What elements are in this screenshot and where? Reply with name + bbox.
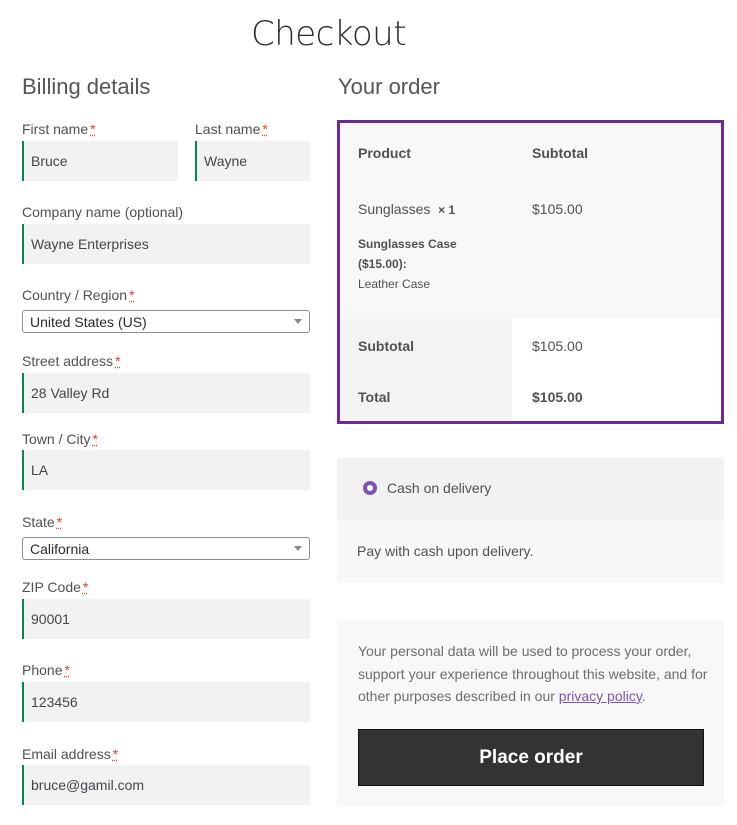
payment-method-cod[interactable]: Cash on delivery <box>337 458 724 520</box>
first-name-label: First name * <box>22 121 96 137</box>
state-select-value: California <box>30 541 90 557</box>
state-select[interactable]: California <box>22 537 310 560</box>
item-price: $105.00 <box>532 201 583 217</box>
page-title: Checkout <box>250 14 407 54</box>
required-mark: * <box>112 746 119 762</box>
company-label: Company name (optional) <box>22 204 184 220</box>
phone-field[interactable] <box>22 682 310 722</box>
total-value: $105.00 <box>532 389 583 405</box>
order-totals-labels: Subtotal Total <box>340 319 512 421</box>
state-label: State * <box>22 514 63 530</box>
email-label: Email address * <box>22 746 119 762</box>
privacy-policy-link[interactable]: privacy policy <box>559 688 642 704</box>
required-mark: * <box>56 514 63 530</box>
total-label: Total <box>358 389 391 405</box>
radio-selected-icon[interactable] <box>363 481 377 495</box>
payment-description: Pay with cash upon delivery. <box>357 543 534 559</box>
subtotal-label: Subtotal <box>358 338 414 354</box>
city-label: Town / City * <box>22 431 98 447</box>
country-select-value: United States (US) <box>30 314 147 330</box>
zip-field[interactable] <box>22 599 310 639</box>
order-heading: Your order <box>338 74 440 99</box>
privacy-notice: Your personal data will be used to proce… <box>358 643 708 704</box>
required-mark: * <box>82 579 89 595</box>
col-product-header: Product <box>358 145 411 161</box>
payment-methods: Cash on delivery Pay with cash upon deli… <box>337 458 724 583</box>
required-mark: * <box>92 431 98 447</box>
place-order-section: Your personal data will be used to proce… <box>337 620 724 806</box>
col-subtotal-header: Subtotal <box>532 145 588 161</box>
billing-heading: Billing details <box>22 74 151 99</box>
required-mark: * <box>90 121 96 137</box>
chevron-down-icon <box>294 546 302 551</box>
subtotal-value: $105.00 <box>532 338 583 354</box>
email-field[interactable] <box>22 765 310 805</box>
street-field[interactable] <box>22 373 310 413</box>
country-select[interactable]: United States (US) <box>22 310 310 333</box>
addon-value: Leather Case <box>358 277 431 291</box>
country-label: Country / Region * <box>22 287 135 303</box>
chevron-down-icon <box>294 319 302 324</box>
phone-label: Phone * <box>22 662 70 678</box>
first-name-field[interactable] <box>22 141 178 181</box>
zip-label: ZIP Code * <box>22 579 89 595</box>
payment-description-box: Pay with cash upon delivery. <box>337 520 724 583</box>
required-mark: * <box>64 662 70 678</box>
addon-label-line2: ($15.00): <box>358 257 407 271</box>
company-field[interactable] <box>22 224 310 264</box>
payment-method-label: Cash on delivery <box>387 480 492 496</box>
required-mark: * <box>115 353 121 369</box>
order-item-row: Sunglasses × 1 $105.00 Sunglasses Case (… <box>340 182 721 319</box>
last-name-field[interactable] <box>195 141 310 181</box>
addon-label-line1: Sunglasses Case <box>358 237 457 251</box>
last-name-label: Last name * <box>195 121 268 137</box>
order-table-header: Product Subtotal <box>340 123 721 182</box>
order-review-table: Product Subtotal Sunglasses × 1 $105.00 … <box>337 120 724 424</box>
street-label: Street address * <box>22 353 121 369</box>
place-order-button[interactable]: Place order <box>358 729 704 786</box>
required-mark: * <box>262 121 268 137</box>
item-name: Sunglasses × 1 <box>358 201 456 217</box>
city-field[interactable] <box>22 450 310 490</box>
order-totals-values: $105.00 $105.00 <box>512 319 721 421</box>
required-mark: * <box>129 287 135 303</box>
item-quantity: × 1 <box>438 203 456 217</box>
